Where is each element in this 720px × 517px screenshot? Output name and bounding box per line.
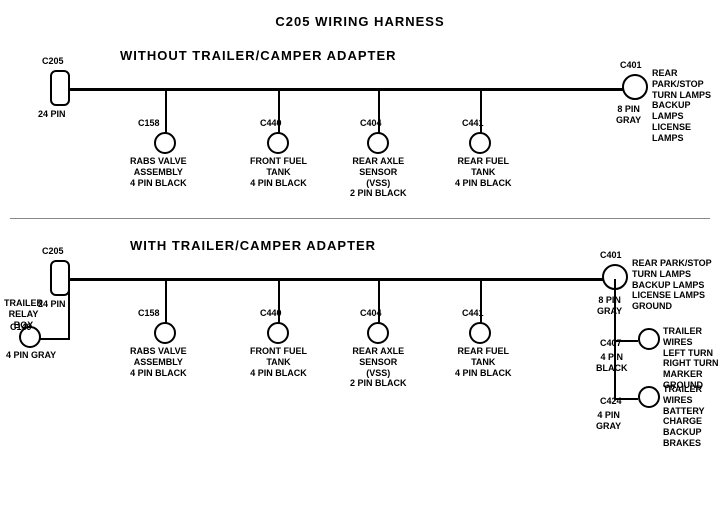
s2-c407-label: C407 [600, 338, 622, 349]
s2-c149-hline [40, 338, 70, 340]
s2-c440-label: C440 [260, 308, 282, 319]
s2-c205-label: C205 [42, 246, 64, 257]
s2-c149-vline [68, 279, 70, 339]
s2-c149-pins: 4 PIN GRAY [6, 350, 56, 361]
s2-c441-label: C441 [462, 308, 484, 319]
s2-c401-pins: 8 PINGRAY [597, 295, 622, 317]
s2-c424-connector [638, 386, 660, 408]
s2-main-line [60, 278, 620, 281]
s1-c205-connector [50, 70, 70, 106]
s2-c401-desc: REAR PARK/STOPTURN LAMPSBACKUP LAMPSLICE… [632, 258, 712, 312]
s1-c441-label: C441 [462, 118, 484, 129]
s1-c158-vline [165, 89, 167, 134]
s2-c407-pins: 4 PINBLACK [596, 352, 628, 374]
diagram: C205 WIRING HARNESS WITHOUT TRAILER/CAMP… [0, 0, 720, 490]
s2-c440-desc: FRONT FUELTANK4 PIN BLACK [250, 346, 307, 378]
s2-c158-label: C158 [138, 308, 160, 319]
s1-c404-connector [367, 132, 389, 154]
s2-c440-connector [267, 322, 289, 344]
s1-c440-connector [267, 132, 289, 154]
page-title: C205 WIRING HARNESS [0, 6, 720, 29]
s2-c424-desc: TRAILER WIRESBATTERY CHARGEBACKUPBRAKES [663, 384, 720, 449]
s2-c441-desc: REAR FUELTANK4 PIN BLACK [455, 346, 512, 378]
s2-c441-connector [469, 322, 491, 344]
s2-c424-label: C424 [600, 396, 622, 407]
s1-c158-connector [154, 132, 176, 154]
s1-c205-pins: 24 PIN [38, 109, 66, 120]
s1-c401-pins: 8 PINGRAY [616, 104, 641, 126]
s2-c407-desc: TRAILER WIRESLEFT TURNRIGHT TURNMARKERGR… [663, 326, 720, 391]
s1-c440-desc: FRONT FUELTANK4 PIN BLACK [250, 156, 307, 188]
s1-c404-label: C404 [360, 118, 382, 129]
s2-c158-connector [154, 322, 176, 344]
section1-label: WITHOUT TRAILER/CAMPER ADAPTER [120, 48, 397, 63]
s2-c424-pins: 4 PINGRAY [596, 410, 621, 432]
s2-c401-label: C401 [600, 250, 622, 261]
s1-c158-label: C158 [138, 118, 160, 129]
s2-c404-label: C404 [360, 308, 382, 319]
s1-c404-desc: REAR AXLESENSOR(VSS)2 PIN BLACK [350, 156, 407, 199]
s1-c401-label: C401 [620, 60, 642, 71]
s1-c401-desc: REAR PARK/STOPTURN LAMPSBACKUP LAMPSLICE… [652, 68, 720, 144]
s2-c158-vline [165, 279, 167, 324]
s1-c401-connector [622, 74, 648, 100]
s2-c158-desc: RABS VALVEASSEMBLY4 PIN BLACK [130, 346, 187, 378]
s1-c441-desc: REAR FUELTANK4 PIN BLACK [455, 156, 512, 188]
divider [10, 218, 710, 219]
s2-c404-desc: REAR AXLESENSOR(VSS)2 PIN BLACK [350, 346, 407, 389]
section2-label: WITH TRAILER/CAMPER ADAPTER [130, 238, 376, 253]
s2-c149-label: C149 [10, 322, 32, 333]
s1-c441-connector [469, 132, 491, 154]
s2-c404-connector [367, 322, 389, 344]
s1-c440-label: C440 [260, 118, 282, 129]
s1-c205-label: C205 [42, 56, 64, 67]
s2-c407-connector [638, 328, 660, 350]
s1-main-line [60, 88, 640, 91]
s2-c205-connector [50, 260, 70, 296]
s1-c158-desc: RABS VALVEASSEMBLY4 PIN BLACK [130, 156, 187, 188]
